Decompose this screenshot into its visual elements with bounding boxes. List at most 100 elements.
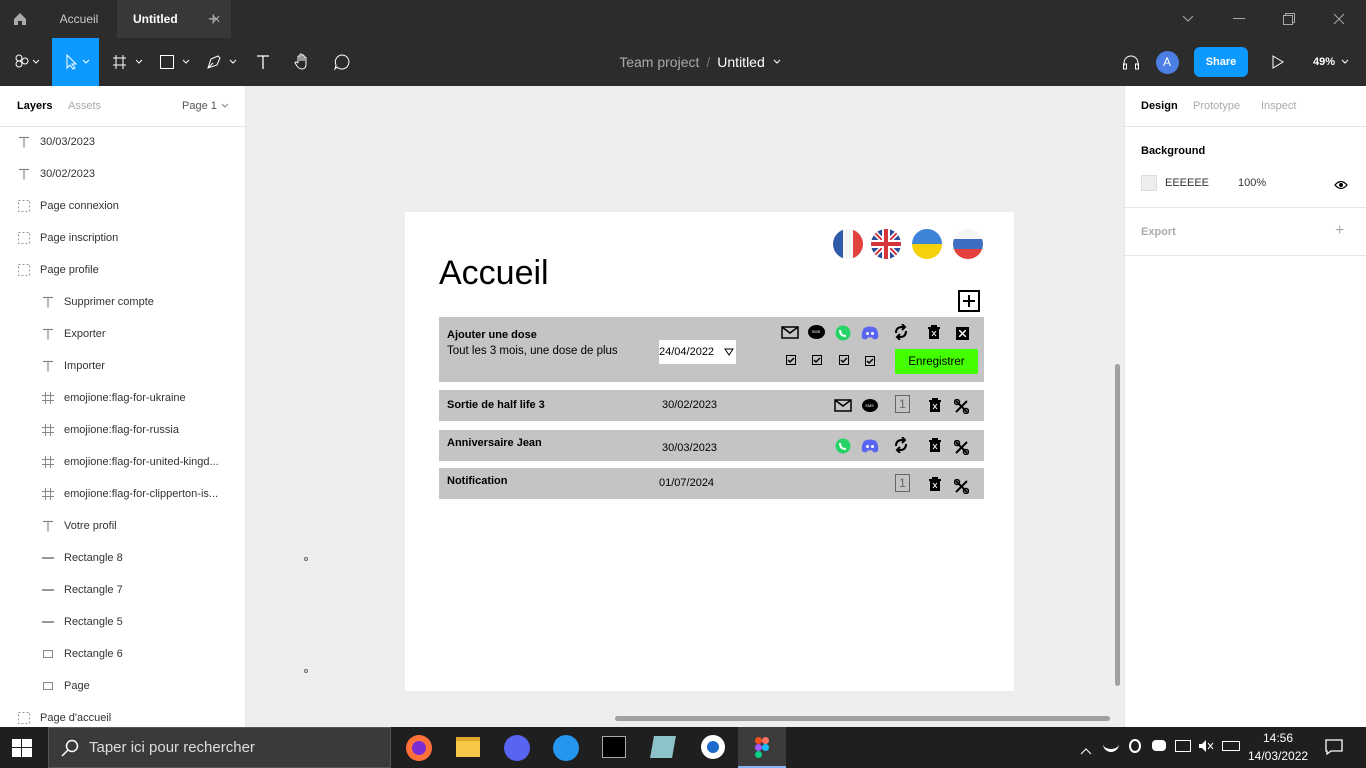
save-button[interactable]: Enregistrer: [895, 349, 978, 374]
windows-start-icon[interactable]: [12, 739, 32, 762]
layer-item[interactable]: Votre profil: [0, 510, 246, 542]
text-tool-icon[interactable]: [250, 38, 276, 86]
tab-inspect[interactable]: Inspect: [1261, 100, 1296, 112]
zoom-menu[interactable]: 49%: [1306, 38, 1356, 86]
trash-icon[interactable]: [928, 437, 942, 453]
minimize-icon[interactable]: [1233, 0, 1249, 38]
restore-icon[interactable]: [1283, 0, 1299, 38]
rectangle-tool-icon[interactable]: [155, 38, 195, 86]
flag-united-kingdom-icon[interactable]: [871, 229, 901, 259]
tools-icon[interactable]: [953, 478, 969, 494]
taskbar-search[interactable]: Taper ici pour rechercher: [48, 727, 391, 768]
sms-icon[interactable]: SMS: [807, 323, 825, 340]
whatsapp-icon[interactable]: [834, 437, 851, 454]
tools-icon[interactable]: [953, 398, 969, 414]
comment-tool-icon[interactable]: [329, 38, 355, 86]
horizontal-scrollbar[interactable]: [615, 716, 1110, 721]
file-explorer-icon[interactable]: [456, 737, 480, 757]
hand-tool-icon[interactable]: [288, 38, 316, 86]
present-icon[interactable]: [1268, 38, 1288, 86]
avatar[interactable]: A: [1155, 38, 1179, 86]
docker-icon[interactable]: [553, 735, 579, 761]
pen-tool-icon[interactable]: [202, 38, 242, 86]
layer-item[interactable]: emojione:flag-for-clipperton-is...: [0, 478, 246, 510]
keyboard-icon[interactable]: [1222, 741, 1240, 751]
chevron-up-icon[interactable]: [1080, 742, 1092, 760]
terminal-icon[interactable]: [602, 736, 626, 758]
background-hex[interactable]: EEEEEE: [1165, 177, 1209, 189]
tab-layers[interactable]: Layers: [17, 100, 52, 112]
layer-item[interactable]: 30/03/2023: [0, 126, 246, 158]
layer-item[interactable]: Exporter: [0, 318, 246, 350]
figma-taskbar-button[interactable]: [738, 727, 786, 768]
file-breadcrumb[interactable]: Team project / Untitled: [600, 38, 800, 86]
layer-item[interactable]: Page profile: [0, 254, 246, 286]
layer-item[interactable]: Importer: [0, 350, 246, 382]
tab-accueil[interactable]: Accueil: [41, 0, 117, 38]
mail-icon[interactable]: [834, 398, 852, 412]
clock-time[interactable]: 14:56: [1250, 731, 1306, 745]
add-icon[interactable]: [958, 290, 980, 312]
date-picker[interactable]: 24/04/2022: [659, 340, 736, 364]
figma-menu-icon[interactable]: [6, 38, 46, 86]
flag-ukraine-icon[interactable]: [912, 229, 942, 259]
export-add-icon[interactable]: +: [1335, 222, 1344, 240]
layer-item[interactable]: Page inscription: [0, 222, 246, 254]
background-opacity[interactable]: 100%: [1238, 177, 1266, 189]
notification-icon[interactable]: [1325, 739, 1343, 760]
list-item-add-dose[interactable]: Ajouter une dose Tout les 3 mois, une do…: [439, 317, 984, 382]
vertical-scrollbar[interactable]: [1115, 364, 1120, 686]
layer-item[interactable]: Supprimer compte: [0, 286, 246, 318]
tab-prototype[interactable]: Prototype: [1193, 100, 1240, 112]
discord-icon[interactable]: [861, 438, 879, 454]
layer-item[interactable]: Page: [0, 670, 246, 702]
clock-date[interactable]: 14/03/2022: [1248, 749, 1308, 763]
share-button[interactable]: Share: [1194, 38, 1248, 86]
sync-icon[interactable]: [892, 323, 910, 341]
trash-icon[interactable]: [928, 476, 942, 492]
list-item-notification[interactable]: Notification 01/07/2024 1: [439, 468, 984, 499]
flag-france-icon[interactable]: [833, 229, 863, 259]
layer-item[interactable]: emojione:flag-for-united-kingd...: [0, 446, 246, 478]
flag-russia-icon[interactable]: [953, 229, 983, 259]
chevron-down-icon[interactable]: [1182, 0, 1198, 38]
move-tool-icon[interactable]: [52, 38, 99, 86]
number-one-icon[interactable]: 1: [895, 395, 910, 413]
color-swatch[interactable]: [1141, 175, 1157, 191]
tray-discord-icon[interactable]: [1152, 740, 1166, 751]
page-selector[interactable]: Page 1: [182, 100, 229, 112]
new-tab-button[interactable]: +: [208, 0, 224, 38]
close-icon[interactable]: [956, 327, 969, 340]
network-icon[interactable]: [1175, 740, 1191, 752]
checkbox-discord[interactable]: [865, 356, 875, 366]
project-name[interactable]: Team project: [619, 54, 699, 70]
tab-assets[interactable]: Assets: [68, 100, 101, 112]
trash-icon[interactable]: [927, 324, 941, 340]
notepad-icon[interactable]: [650, 736, 676, 758]
whatsapp-icon[interactable]: [834, 324, 851, 341]
layer-item[interactable]: Rectangle 5: [0, 606, 246, 638]
layer-item[interactable]: emojione:flag-for-ukraine: [0, 382, 246, 414]
sync-icon[interactable]: [892, 436, 910, 454]
tab-design[interactable]: Design: [1141, 100, 1178, 112]
layer-item[interactable]: Rectangle 8: [0, 542, 246, 574]
layer-item[interactable]: 30/02/2023: [0, 158, 246, 190]
close-window-icon[interactable]: [1333, 0, 1349, 38]
app-icon[interactable]: [701, 735, 725, 759]
layer-item[interactable]: Rectangle 7: [0, 574, 246, 606]
tray-icon[interactable]: [1103, 740, 1119, 752]
number-one-icon[interactable]: 1: [895, 474, 910, 492]
discord-app-icon[interactable]: [504, 735, 530, 761]
home-icon[interactable]: [12, 0, 32, 38]
design-frame-accueil[interactable]: Accueil Ajouter une dose Tout les 3 mois…: [405, 212, 1014, 691]
list-item-anniversaire[interactable]: Anniversaire Jean 30/03/2023: [439, 430, 984, 461]
layer-item[interactable]: Rectangle 6: [0, 638, 246, 670]
firefox-icon[interactable]: [406, 735, 432, 761]
volume-muted-icon[interactable]: [1198, 739, 1214, 758]
tray-security-icon[interactable]: [1129, 739, 1141, 753]
list-item-half-life[interactable]: Sortie de half life 3 30/02/2023 SMS 1: [439, 390, 984, 421]
checkbox-mail[interactable]: [786, 355, 796, 365]
checkbox-sms[interactable]: [812, 355, 822, 365]
headphones-icon[interactable]: [1119, 38, 1143, 86]
trash-icon[interactable]: [928, 397, 942, 413]
